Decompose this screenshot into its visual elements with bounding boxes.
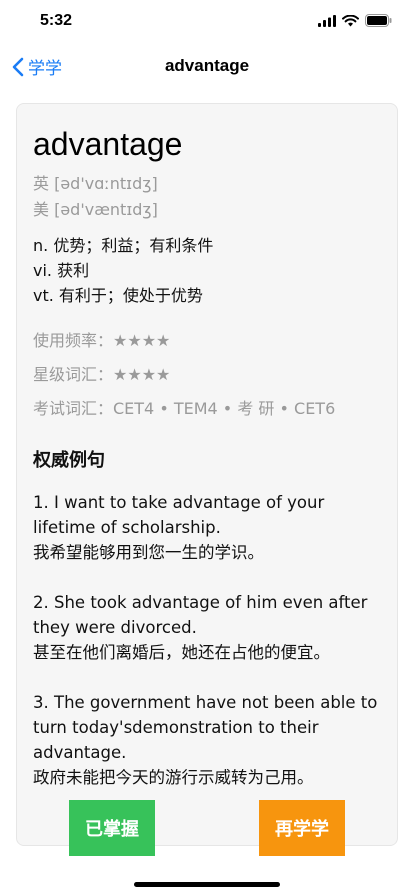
- example-zh: 政府未能把今天的游行示威转为己用。: [33, 768, 314, 787]
- level-rating: 星级词汇：★★★★: [33, 365, 171, 384]
- mastered-button[interactable]: 已掌握: [69, 800, 155, 856]
- learn-again-button[interactable]: 再学学: [259, 800, 345, 856]
- example-en-line: lifetime of scholarship.: [33, 518, 221, 537]
- example-en-line: 1. I want to take advantage of your: [33, 493, 325, 512]
- definition-item: vt. 有利于；使处于优势: [33, 286, 203, 305]
- example-zh: 甚至在他们离婚后，她还在占他的便宜。: [33, 643, 330, 662]
- definition-item: vi. 获利: [33, 261, 90, 280]
- example-item: 1. I want to take advantage of your life…: [33, 490, 381, 565]
- status-icons: [318, 14, 392, 27]
- status-time: 5:32: [40, 12, 73, 29]
- word-meta: 使用频率：★★★★ 星级词汇：★★★★ 考试词汇：CET4 • TEM4 • 考…: [33, 324, 381, 426]
- frequency-rating: 使用频率：★★★★: [33, 331, 171, 350]
- examples-heading: 权威例句: [33, 450, 105, 471]
- navigation-bar: 学学 advantage: [0, 44, 414, 90]
- exam-tags: 考试词汇：CET4 • TEM4 • 考 研 • CET6: [33, 399, 336, 418]
- signal-icon: [318, 14, 336, 27]
- example-zh: 我希望能够用到您一生的学识。: [33, 543, 264, 562]
- battery-icon: [365, 14, 392, 27]
- phonetics: 英 [əd'vɑːntɪdʒ] 美 [əd'væntɪdʒ]: [33, 171, 381, 223]
- example-en-line: they were divorced.: [33, 618, 197, 637]
- phonetic-uk: 英 [əd'vɑːntɪdʒ]: [33, 174, 158, 193]
- page-title: advantage: [164, 56, 250, 75]
- headword: advantage: [33, 126, 183, 162]
- example-en-line: 2. She took advantage of him even after: [33, 593, 368, 612]
- home-indicator: [134, 882, 280, 887]
- wifi-icon: [342, 14, 359, 26]
- example-en-line: advantage.: [33, 743, 127, 762]
- word-card-scroll[interactable]: advantage 英 [əd'vɑːntɪdʒ] 美 [əd'væntɪdʒ]…: [17, 104, 397, 845]
- example-en-line: turn today'sdemonstration to their: [33, 718, 319, 737]
- example-item: 3. The government have not been able to …: [33, 690, 381, 790]
- examples-list: 1. I want to take advantage of your life…: [33, 490, 381, 790]
- definition-item: n. 优势；利益；有利条件: [33, 236, 214, 255]
- example-en-line: 3. The government have not been able to: [33, 693, 378, 712]
- phonetic-us: 美 [əd'væntɪdʒ]: [33, 200, 158, 219]
- definitions: n. 优势；利益；有利条件 vi. 获利 vt. 有利于；使处于优势: [33, 233, 381, 308]
- example-item: 2. She took advantage of him even after …: [33, 590, 381, 665]
- status-bar: 5:32: [0, 0, 414, 44]
- word-card: advantage 英 [əd'vɑːntɪdʒ] 美 [əd'væntɪdʒ]…: [16, 103, 398, 846]
